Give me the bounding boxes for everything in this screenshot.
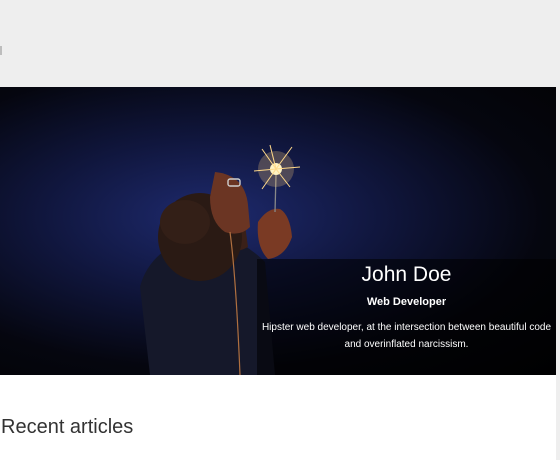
recent-articles-heading: Recent articles <box>1 416 134 438</box>
hero-bio-line-1: Hipster web developer, at the intersecti… <box>261 322 552 333</box>
hero-role: Web Developer <box>366 296 447 308</box>
page-gutter <box>556 87 560 460</box>
hero-banner: John Doe Web Developer Hipster web devel… <box>0 87 556 375</box>
hero-caption: John Doe Web Developer Hipster web devel… <box>257 259 556 375</box>
top-bar: e <box>0 0 560 87</box>
hero-bio-line-2: and overinflated narcissism. <box>344 339 469 350</box>
person-hand <box>257 208 292 259</box>
nav-divider <box>0 46 2 55</box>
hero-name: John Doe <box>361 263 452 286</box>
main-content: Recent articles <box>0 375 556 460</box>
hero-bio: Hipster web developer, at the intersecti… <box>257 319 556 353</box>
